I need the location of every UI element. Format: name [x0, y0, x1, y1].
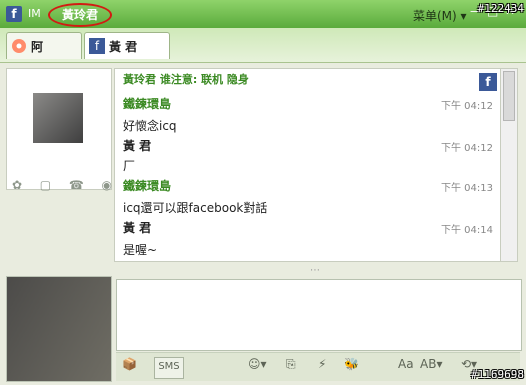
- message-text: 是喔~: [123, 243, 158, 257]
- sms-button[interactable]: SMS: [154, 357, 184, 379]
- message-input[interactable]: [116, 279, 522, 351]
- app-name: IM: [28, 7, 41, 20]
- send-file-button[interactable]: 📦: [122, 357, 137, 377]
- phone-button[interactable]: ☎: [69, 178, 84, 194]
- chat-history: 黃玲君 谁注意: 联机 隐身 f 鐵鍊環島 下午 04:12 好懷念icq 黃 …: [114, 68, 502, 262]
- message-time: 下午 04:14: [441, 225, 493, 236]
- input-toolbar: 📦 SMS ☺▾ ⎘ ⚡ 🐝 Aa AB▾ ⟲▾: [116, 352, 520, 381]
- note-button[interactable]: ▢: [40, 178, 51, 194]
- nudge-button[interactable]: ⚡: [318, 357, 326, 377]
- contact-profile-panel: [6, 68, 112, 190]
- contact-name-title: 黃玲君: [48, 3, 112, 27]
- file-button[interactable]: ⎘: [286, 357, 296, 377]
- title-bar: f IM 黃玲君 菜单(M) ▾ — □ ✕ #122434: [0, 0, 526, 28]
- top-right-id: #122434: [477, 2, 524, 15]
- message-text: icq還可以跟facebook對話: [123, 201, 268, 215]
- message-text: 厂: [123, 159, 136, 173]
- flower-button[interactable]: ✿: [12, 178, 22, 194]
- chat-header: 黃玲君 谁注意: 联机 隐身: [123, 73, 249, 86]
- menu-button[interactable]: 菜单(M) ▾: [413, 7, 467, 24]
- format-button[interactable]: AB▾: [420, 357, 442, 377]
- facebook-icon: f: [89, 38, 105, 54]
- message-text: 好懷念icq: [123, 119, 177, 133]
- message-sender-name: 黃 君: [123, 221, 152, 235]
- message-sender: 鐵鍊環島: [123, 97, 172, 111]
- flower-icon: [11, 38, 27, 54]
- menu-label: 菜单(M): [413, 9, 457, 23]
- bee-button[interactable]: 🐝: [344, 357, 359, 377]
- tab-contact-1-label: 阿: [31, 40, 44, 54]
- camera-button[interactable]: ◉: [102, 178, 112, 194]
- message-sender: 鐵鍊環島: [123, 179, 172, 193]
- chat-scrollbar[interactable]: [500, 68, 518, 262]
- emoji-button[interactable]: ☺▾: [248, 357, 267, 377]
- user-avatar[interactable]: [6, 276, 112, 382]
- tab-bar: 阿 f 黃 君: [0, 28, 526, 63]
- tab-contact-1[interactable]: 阿: [6, 32, 82, 59]
- message-time: 下午 04:12: [441, 143, 493, 154]
- message-time: 下午 04:12: [441, 101, 493, 112]
- facebook-logo: f: [6, 6, 22, 22]
- message-sender: 黃 君: [123, 137, 151, 154]
- tab-contact-2[interactable]: f 黃 君: [84, 32, 170, 59]
- chevron-down-icon: ▾: [460, 9, 467, 23]
- resize-handle[interactable]: ⋯: [310, 265, 320, 276]
- contact-avatar[interactable]: [33, 93, 83, 143]
- facebook-icon: f: [479, 73, 497, 91]
- message-sender-name: 黃 君: [123, 139, 152, 153]
- bottom-right-id: #1169698: [471, 368, 524, 381]
- font-button[interactable]: Aa: [398, 357, 414, 377]
- tab-contact-2-label: 黃 君: [109, 40, 138, 54]
- scroll-thumb[interactable]: [503, 71, 515, 121]
- message-time: 下午 04:13: [441, 183, 493, 194]
- profile-actions: ✿ ▢ ☎ ◉: [12, 178, 112, 194]
- message-sender: 黃 君: [123, 219, 151, 236]
